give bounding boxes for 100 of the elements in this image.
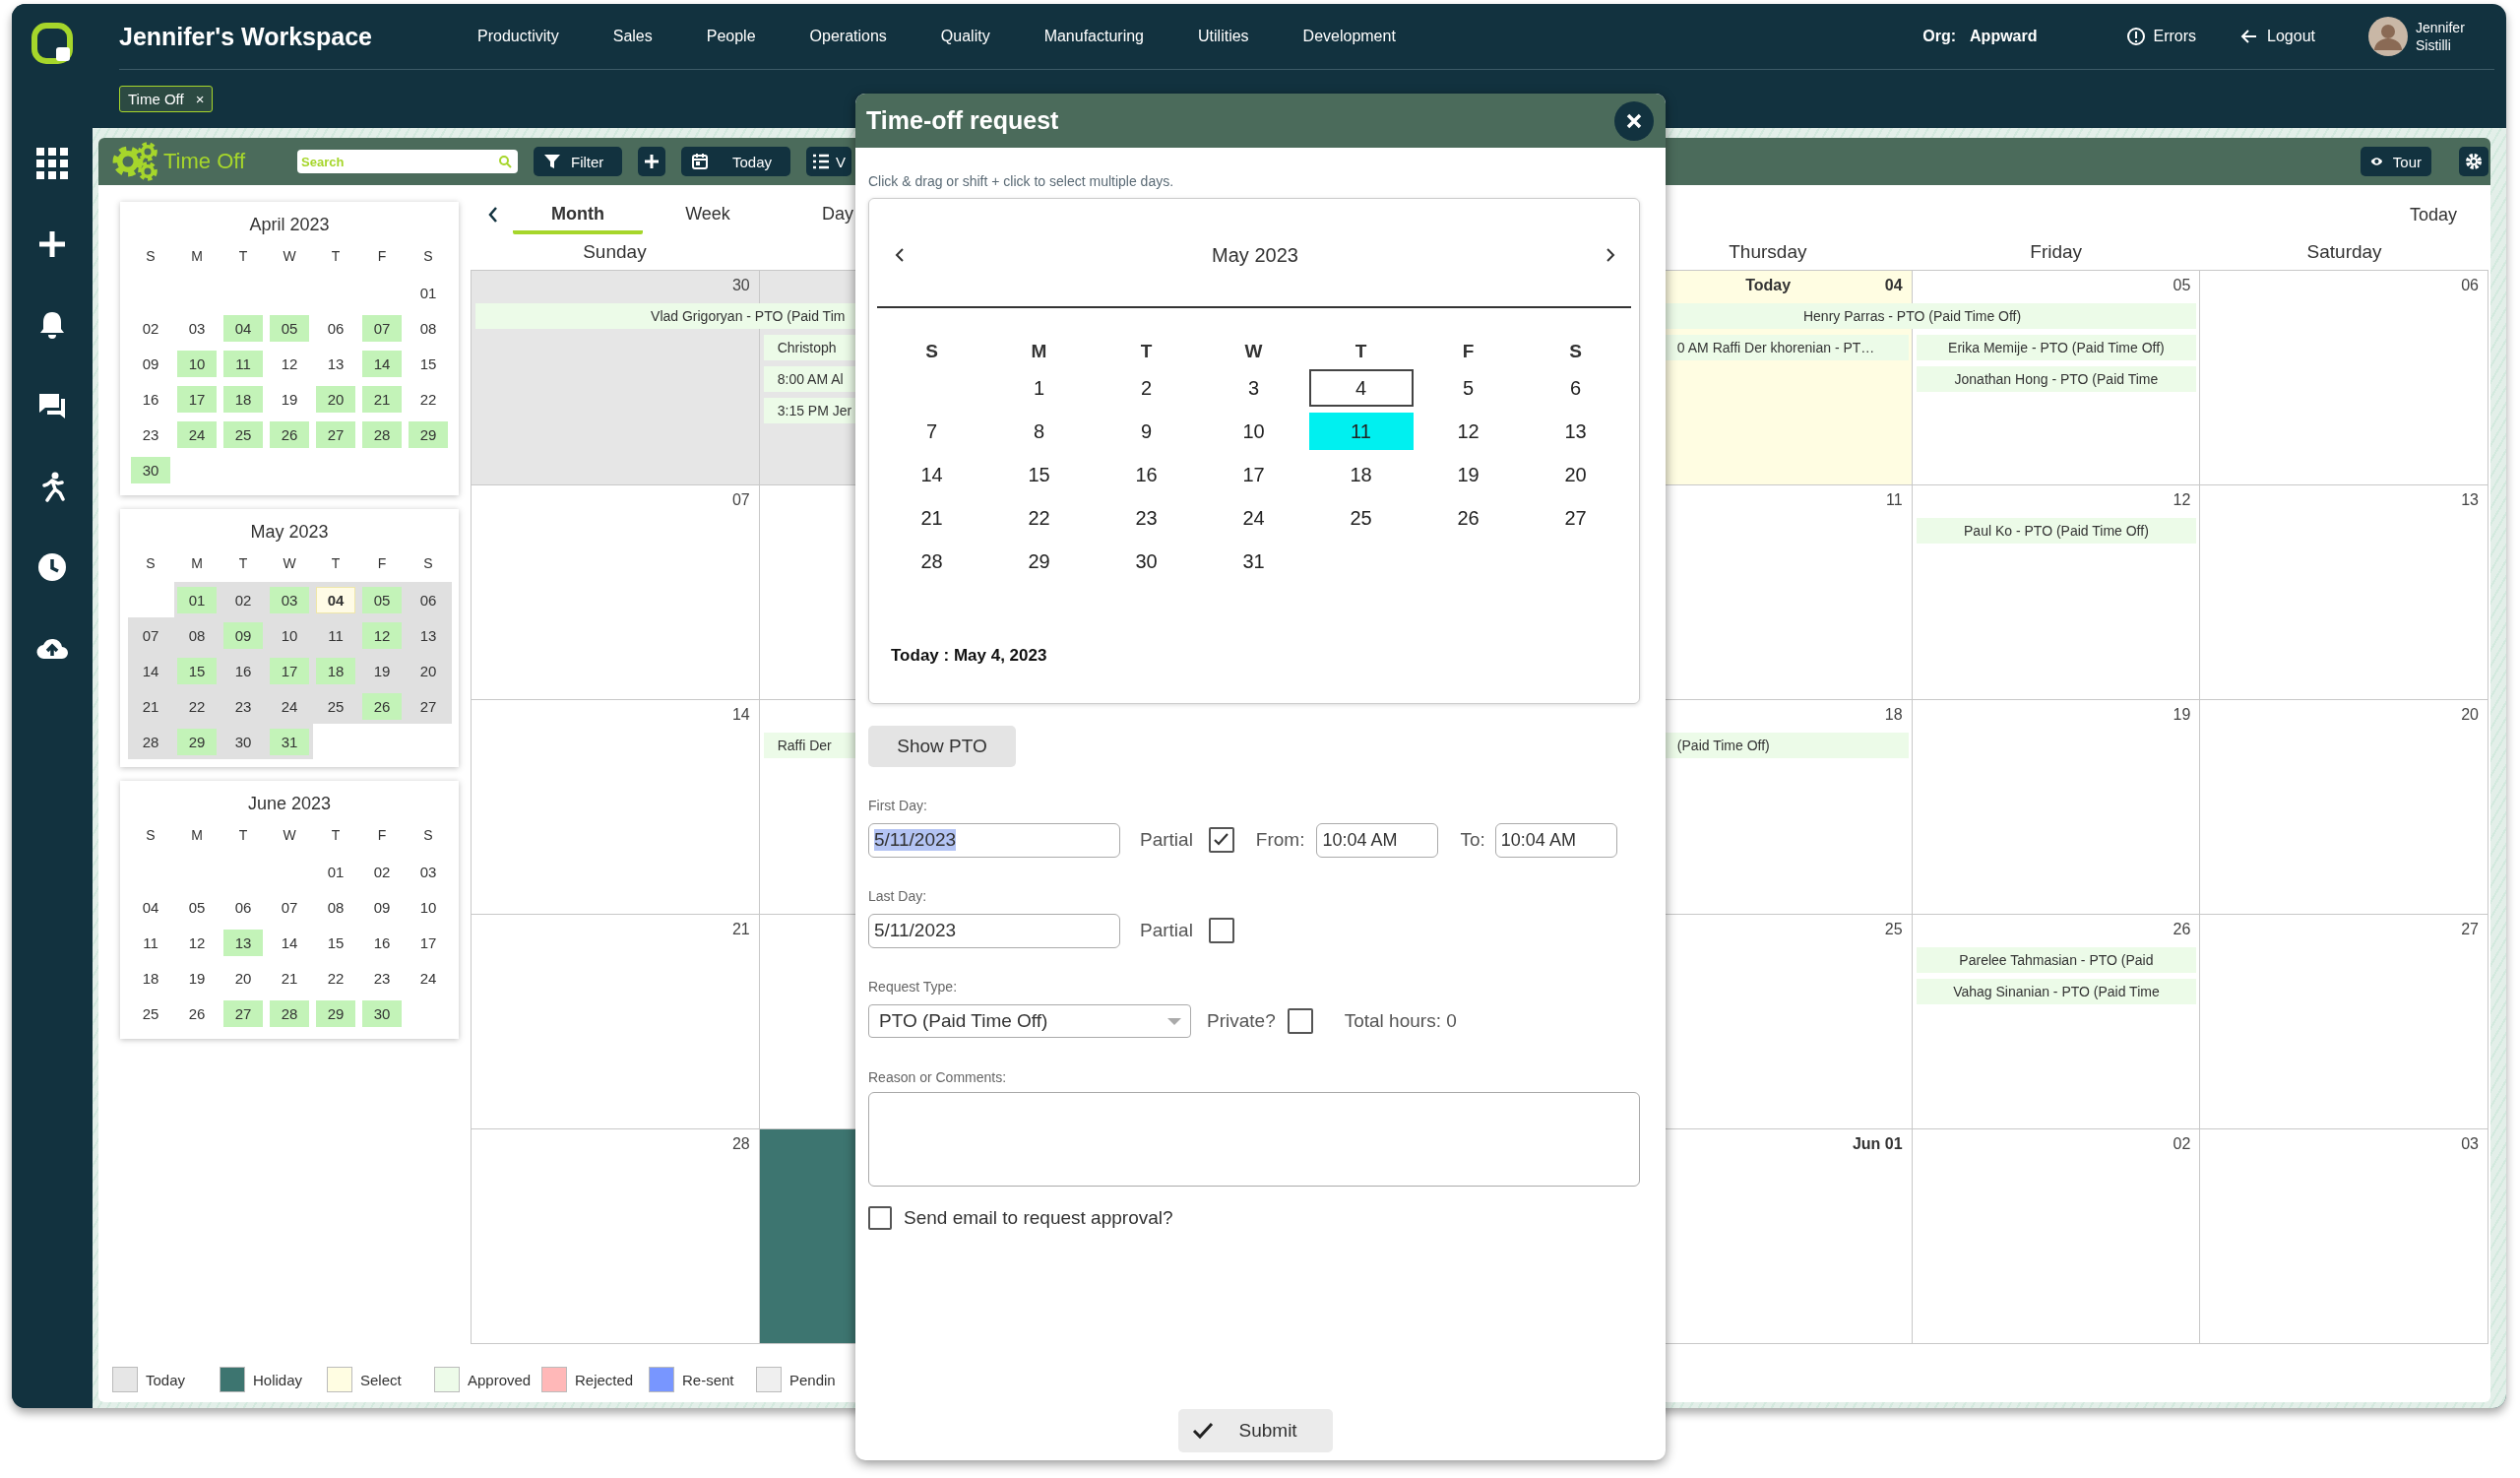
day-number[interactable]: 2 — [1094, 369, 1199, 407]
event-chip[interactable]: Parelee Tahmasian - PTO (Paid — [1916, 947, 2197, 973]
event-chip[interactable]: Vahag Sinanian - PTO (Paid Time — [1916, 979, 2197, 1004]
day-number[interactable]: 21 — [131, 692, 170, 720]
day-number[interactable]: 15 — [316, 929, 355, 956]
day-cell[interactable] — [472, 700, 760, 915]
day-number[interactable]: 15 — [177, 657, 217, 684]
day-number[interactable]: 02 — [131, 314, 170, 342]
day-number[interactable]: 11 — [223, 350, 263, 377]
day-number[interactable]: 7 — [879, 413, 984, 450]
day-number[interactable]: 30 — [223, 728, 263, 755]
day-number[interactable]: 30 — [131, 456, 170, 483]
day-number[interactable]: 30 — [1094, 543, 1199, 580]
day-number[interactable]: 23 — [1094, 499, 1199, 537]
menu-item[interactable]: Productivity — [477, 28, 559, 45]
day-number[interactable]: 27 — [223, 999, 263, 1027]
day-cell[interactable] — [472, 485, 760, 700]
day-number[interactable]: 26 — [270, 420, 309, 448]
day-number[interactable]: 12 — [270, 350, 309, 377]
day-number[interactable]: 04 — [223, 314, 263, 342]
day-number[interactable]: 04 — [316, 586, 355, 613]
day-number[interactable]: 23 — [362, 964, 402, 992]
view-tab[interactable]: Month — [513, 195, 643, 234]
day-number[interactable]: 18 — [223, 385, 263, 413]
day-number[interactable]: 20 — [316, 385, 355, 413]
menu-item[interactable]: People — [706, 28, 756, 45]
day-number[interactable]: 11 — [131, 929, 170, 956]
day-number[interactable]: 15 — [986, 456, 1092, 493]
day-number[interactable]: 14 — [362, 350, 402, 377]
day-number[interactable]: 25 — [316, 692, 355, 720]
day-number[interactable]: 13 — [409, 621, 448, 649]
day-number[interactable]: 27 — [1523, 499, 1628, 537]
checkbox[interactable] — [1208, 827, 1234, 853]
day-number[interactable]: 22 — [316, 964, 355, 992]
day-number[interactable]: 10 — [1201, 413, 1306, 450]
day-number[interactable]: 28 — [270, 999, 309, 1027]
day-number[interactable]: 24 — [177, 420, 217, 448]
day-number[interactable]: 13 — [316, 350, 355, 377]
day-number[interactable]: 18 — [1308, 456, 1414, 493]
day-number[interactable]: 19 — [270, 385, 309, 413]
day-cell[interactable] — [1912, 700, 2201, 915]
menu-item[interactable]: Utilities — [1198, 28, 1249, 45]
day-number[interactable]: 03 — [270, 586, 309, 613]
day-number[interactable]: 22 — [177, 692, 217, 720]
settings-button[interactable] — [2459, 147, 2488, 176]
day-number[interactable]: 09 — [223, 621, 263, 649]
tab-close-button[interactable]: × — [195, 91, 205, 107]
day-number[interactable]: 13 — [223, 929, 263, 956]
day-number[interactable]: 26 — [362, 692, 402, 720]
day-cell[interactable] — [1912, 1129, 2201, 1344]
day-number[interactable]: 1 — [986, 369, 1092, 407]
day-number[interactable]: 17 — [409, 929, 448, 956]
day-number[interactable]: 09 — [131, 350, 170, 377]
day-number[interactable]: 23 — [131, 420, 170, 448]
day-number[interactable]: 10 — [177, 350, 217, 377]
day-number[interactable]: 07 — [131, 621, 170, 649]
avatar[interactable] — [2368, 17, 2408, 56]
day-number[interactable]: 06 — [409, 586, 448, 613]
day-number[interactable]: 12 — [177, 929, 217, 956]
day-number[interactable]: 9 — [1094, 413, 1199, 450]
plus-icon[interactable] — [36, 228, 68, 260]
clock-icon[interactable] — [36, 551, 68, 583]
day-number[interactable]: 01 — [316, 858, 355, 885]
day-number[interactable]: 12 — [362, 621, 402, 649]
day-number[interactable]: 28 — [879, 543, 984, 580]
checkbox[interactable] — [1208, 918, 1234, 943]
day-number[interactable]: 21 — [362, 385, 402, 413]
day-number[interactable]: 16 — [131, 385, 170, 413]
day-cell[interactable] — [2200, 271, 2488, 485]
day-number[interactable]: 04 — [131, 893, 170, 921]
day-number[interactable]: 05 — [270, 314, 309, 342]
chevron-left-icon[interactable] — [893, 246, 907, 264]
menu-item[interactable]: Quality — [940, 28, 990, 45]
day-number[interactable]: 20 — [1523, 456, 1628, 493]
day-number[interactable]: 28 — [131, 728, 170, 755]
day-cell[interactable] — [2200, 915, 2488, 1129]
day-number[interactable]: 20 — [223, 964, 263, 992]
day-number[interactable]: 07 — [270, 893, 309, 921]
day-number[interactable]: 17 — [1201, 456, 1306, 493]
day-number[interactable]: 06 — [223, 893, 263, 921]
day-number[interactable]: 3 — [1201, 369, 1306, 407]
day-number[interactable]: 16 — [362, 929, 402, 956]
day-cell[interactable] — [2200, 485, 2488, 700]
day-number[interactable]: 22 — [409, 385, 448, 413]
day-number[interactable]: 16 — [223, 657, 263, 684]
day-number[interactable]: 02 — [223, 586, 263, 613]
day-number[interactable]: 25 — [223, 420, 263, 448]
day-number[interactable]: 6 — [1523, 369, 1628, 407]
day-number[interactable]: 20 — [409, 657, 448, 684]
day-cell[interactable] — [2200, 700, 2488, 915]
day-number[interactable]: 06 — [316, 314, 355, 342]
day-number[interactable]: 05 — [177, 893, 217, 921]
menu-item[interactable]: Manufacturing — [1043, 28, 1144, 45]
comments-field[interactable] — [868, 1092, 1640, 1187]
day-number[interactable]: 28 — [362, 420, 402, 448]
day-number[interactable]: 23 — [223, 692, 263, 720]
day-number[interactable]: 08 — [409, 314, 448, 342]
date-field[interactable]: 5/11/2023 — [868, 822, 1120, 858]
day-number[interactable]: 17 — [177, 385, 217, 413]
day-number[interactable]: 10 — [409, 893, 448, 921]
